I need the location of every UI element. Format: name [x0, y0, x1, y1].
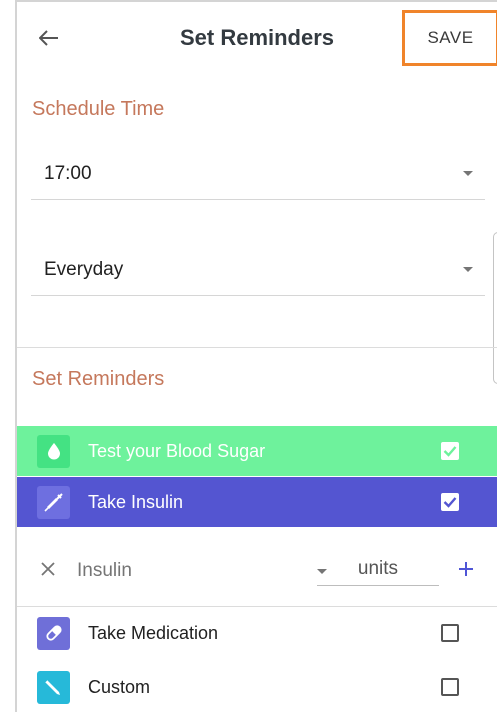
reminder-icon-box — [37, 670, 70, 704]
reminder-checkbox-checked[interactable] — [441, 493, 459, 511]
add-insulin-button[interactable] — [453, 552, 479, 586]
side-scroll-tab[interactable] — [493, 232, 497, 384]
insulin-type-value: Insulin — [77, 560, 132, 581]
set-reminders-screen: Set Reminders SAVE Schedule Time 17:00 E… — [17, 2, 497, 712]
reminder-label: Take Insulin — [88, 491, 184, 512]
reminder-checkbox-checked[interactable] — [441, 442, 459, 460]
syringe-icon — [43, 493, 63, 512]
dropdown-caret-icon — [463, 267, 473, 272]
reminder-custom[interactable]: Custom — [17, 662, 497, 712]
reminder-take-medication[interactable]: Take Medication — [17, 608, 497, 658]
reminder-label: Take Medication — [88, 622, 219, 643]
reminder-take-insulin[interactable]: Take Insulin — [17, 477, 497, 527]
plus-icon — [459, 562, 473, 576]
insulin-dose-row: Insulin units — [17, 540, 497, 600]
save-button[interactable]: SAVE — [402, 10, 497, 66]
close-icon — [41, 562, 55, 576]
dropdown-caret-icon — [463, 171, 473, 176]
repeat-select[interactable]: Everyday — [31, 244, 485, 296]
pencil-icon — [44, 679, 60, 695]
units-input[interactable]: units — [317, 554, 439, 586]
check-icon — [443, 446, 457, 457]
reminder-label: Custom — [88, 676, 151, 697]
check-icon — [443, 497, 457, 508]
section-divider — [17, 347, 497, 348]
reminder-icon-box — [37, 485, 70, 519]
reminder-label: Test your Blood Sugar — [88, 440, 266, 461]
app-header: Set Reminders SAVE — [17, 2, 497, 78]
time-select[interactable]: 17:00 — [31, 148, 485, 200]
set-reminders-heading: Set Reminders — [32, 368, 165, 390]
reminder-blood-sugar[interactable]: Test your Blood Sugar — [17, 426, 497, 476]
reminder-icon-box — [37, 434, 70, 468]
insulin-type-select[interactable]: Insulin — [77, 556, 327, 586]
reminder-checkbox-unchecked[interactable] — [441, 678, 459, 696]
schedule-time-heading: Schedule Time — [32, 98, 165, 120]
reminder-icon-box — [37, 616, 70, 650]
pill-icon — [45, 625, 62, 641]
remove-insulin-button[interactable] — [37, 554, 59, 584]
drop-icon — [47, 443, 60, 460]
time-value: 17:00 — [44, 162, 92, 184]
repeat-value: Everyday — [44, 258, 124, 280]
reminder-divider — [17, 606, 497, 607]
reminder-checkbox-unchecked[interactable] — [441, 624, 459, 642]
